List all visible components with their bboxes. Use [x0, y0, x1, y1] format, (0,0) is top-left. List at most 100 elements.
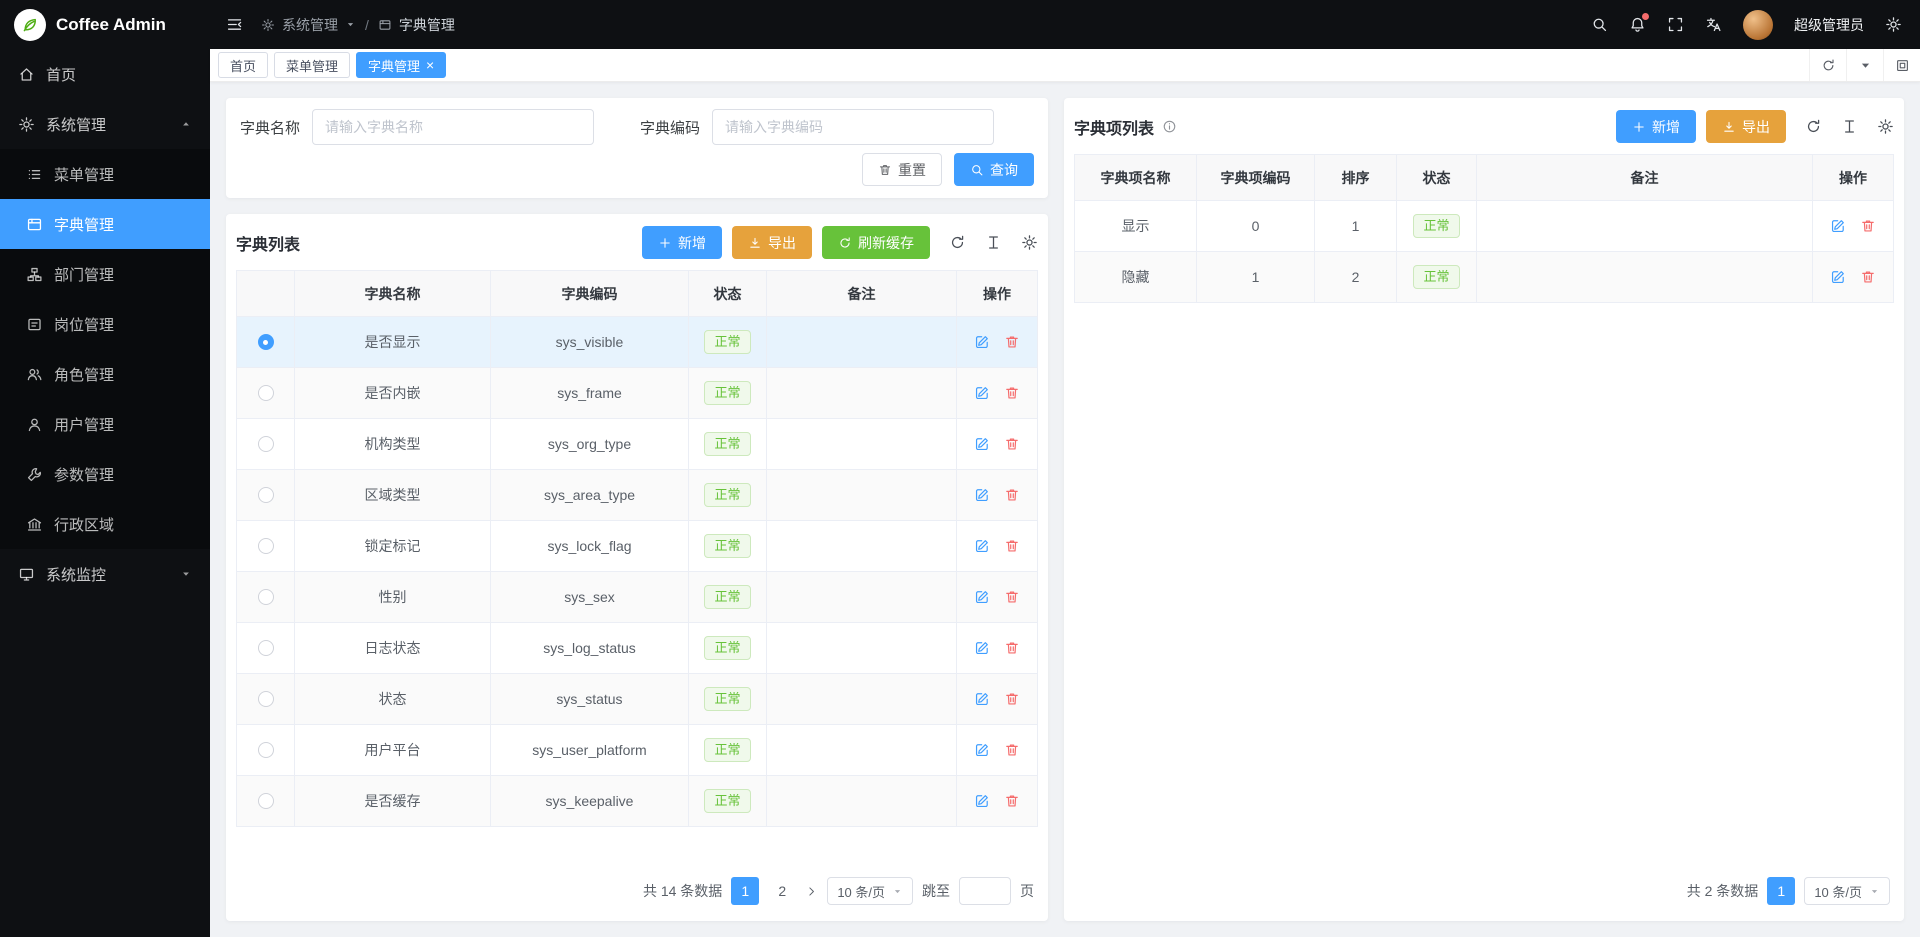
sidebar-item-param-management[interactable]: 参数管理 — [0, 449, 210, 499]
column-settings-icon[interactable] — [985, 234, 1002, 251]
delete-icon[interactable] — [1004, 334, 1020, 350]
page-1-button[interactable]: 1 — [731, 877, 759, 905]
table-row[interactable]: 状态 sys_status 正常 — [237, 674, 1037, 725]
delete-icon[interactable] — [1004, 538, 1020, 554]
edit-icon[interactable] — [974, 538, 990, 554]
refresh-cache-button[interactable]: 刷新缓存 — [822, 226, 930, 259]
table-row[interactable]: 区域类型 sys_area_type 正常 — [237, 470, 1037, 521]
row-radio[interactable] — [258, 436, 274, 452]
row-radio[interactable] — [258, 487, 274, 503]
dict-name-input[interactable] — [312, 109, 594, 145]
sidebar-item-home[interactable]: 首页 — [0, 49, 210, 99]
edit-icon[interactable] — [974, 436, 990, 452]
row-radio[interactable] — [258, 640, 274, 656]
table-row[interactable]: 隐藏 1 2 正常 — [1075, 252, 1893, 303]
row-radio[interactable] — [258, 334, 274, 350]
column-settings-icon[interactable] — [1841, 118, 1858, 135]
query-button[interactable]: 查询 — [954, 153, 1034, 186]
menu-fold-icon[interactable] — [226, 16, 243, 33]
sidebar-item-post-management[interactable]: 岗位管理 — [0, 299, 210, 349]
table-row[interactable]: 是否显示 sys_visible 正常 — [237, 317, 1037, 368]
edit-icon[interactable] — [974, 385, 990, 401]
close-icon[interactable]: × — [426, 58, 434, 72]
fullscreen-icon[interactable] — [1667, 16, 1684, 33]
edit-icon[interactable] — [1830, 269, 1846, 285]
layout-frame-icon[interactable] — [1883, 49, 1920, 81]
row-radio[interactable] — [258, 538, 274, 554]
col-item-name: 字典项名称 — [1075, 155, 1197, 200]
edit-icon[interactable] — [974, 589, 990, 605]
sidebar-item-system-management[interactable]: 系统管理 — [0, 99, 210, 149]
bell-icon[interactable] — [1629, 16, 1646, 33]
sidebar-item-system-monitor[interactable]: 系统监控 — [0, 549, 210, 599]
delete-icon[interactable] — [1004, 589, 1020, 605]
gear-icon[interactable] — [1021, 234, 1038, 251]
sidebar-item-dept-management[interactable]: 部门管理 — [0, 249, 210, 299]
edit-icon[interactable] — [974, 793, 990, 809]
bank-icon — [26, 516, 43, 533]
table-row[interactable]: 显示 0 1 正常 — [1075, 201, 1893, 252]
chevron-down-icon[interactable] — [1846, 49, 1883, 81]
delete-icon[interactable] — [1004, 691, 1020, 707]
edit-icon[interactable] — [974, 487, 990, 503]
page-size-select[interactable]: 10 条/页 — [1804, 877, 1890, 905]
tab-dict-management[interactable]: 字典管理 × — [356, 52, 446, 78]
export-button[interactable]: 导出 — [1706, 110, 1786, 143]
edit-icon[interactable] — [974, 640, 990, 656]
row-radio[interactable] — [258, 385, 274, 401]
dict-code-input[interactable] — [712, 109, 994, 145]
page-2-button[interactable]: 2 — [768, 877, 796, 905]
row-radio[interactable] — [258, 589, 274, 605]
reset-button[interactable]: 重置 — [862, 153, 942, 186]
delete-icon[interactable] — [1004, 487, 1020, 503]
tab-home[interactable]: 首页 — [218, 52, 268, 78]
gear-icon[interactable] — [1877, 118, 1894, 135]
edit-icon[interactable] — [974, 691, 990, 707]
avatar[interactable] — [1743, 10, 1773, 40]
delete-icon[interactable] — [1004, 385, 1020, 401]
row-radio[interactable] — [258, 793, 274, 809]
edit-icon[interactable] — [974, 742, 990, 758]
delete-icon[interactable] — [1004, 793, 1020, 809]
delete-icon[interactable] — [1004, 742, 1020, 758]
gear-icon[interactable] — [1885, 16, 1902, 33]
translate-icon[interactable] — [1705, 16, 1722, 33]
table-row[interactable]: 机构类型 sys_org_type 正常 — [237, 419, 1037, 470]
tab-menu-management[interactable]: 菜单管理 — [274, 52, 350, 78]
breadcrumb-section[interactable]: 系统管理 — [282, 15, 338, 35]
chevron-right-icon — [805, 885, 818, 898]
search-icon[interactable] — [1591, 16, 1608, 33]
refresh-icon[interactable] — [1809, 49, 1846, 81]
delete-icon[interactable] — [1004, 436, 1020, 452]
table-row[interactable]: 用户平台 sys_user_platform 正常 — [237, 725, 1037, 776]
username[interactable]: 超级管理员 — [1794, 15, 1864, 35]
logo[interactable]: Coffee Admin — [0, 0, 210, 49]
sidebar-item-user-management[interactable]: 用户管理 — [0, 399, 210, 449]
sidebar-item-menu-management[interactable]: 菜单管理 — [0, 149, 210, 199]
refresh-icon[interactable] — [1805, 118, 1822, 135]
row-radio[interactable] — [258, 742, 274, 758]
table-row[interactable]: 是否缓存 sys_keepalive 正常 — [237, 776, 1037, 827]
table-row[interactable]: 日志状态 sys_log_status 正常 — [237, 623, 1037, 674]
refresh-icon[interactable] — [949, 234, 966, 251]
next-page-button[interactable] — [805, 885, 818, 898]
add-button[interactable]: 新增 — [1616, 110, 1696, 143]
sidebar-item-dict-management[interactable]: 字典管理 — [0, 199, 210, 249]
add-button[interactable]: 新增 — [642, 226, 722, 259]
jump-page-input[interactable] — [959, 877, 1011, 905]
sidebar-item-admin-region[interactable]: 行政区域 — [0, 499, 210, 549]
table-row[interactable]: 锁定标记 sys_lock_flag 正常 — [237, 521, 1037, 572]
page-size-select[interactable]: 10 条/页 — [827, 877, 913, 905]
delete-icon[interactable] — [1004, 640, 1020, 656]
table-row[interactable]: 是否内嵌 sys_frame 正常 — [237, 368, 1037, 419]
page-1-button[interactable]: 1 — [1767, 877, 1795, 905]
table-row[interactable]: 性别 sys_sex 正常 — [237, 572, 1037, 623]
edit-icon[interactable] — [974, 334, 990, 350]
sidebar-item-role-management[interactable]: 角色管理 — [0, 349, 210, 399]
row-radio[interactable] — [258, 691, 274, 707]
code-cell: sys_lock_flag — [491, 521, 689, 571]
delete-icon[interactable] — [1860, 218, 1876, 234]
export-button[interactable]: 导出 — [732, 226, 812, 259]
edit-icon[interactable] — [1830, 218, 1846, 234]
delete-icon[interactable] — [1860, 269, 1876, 285]
